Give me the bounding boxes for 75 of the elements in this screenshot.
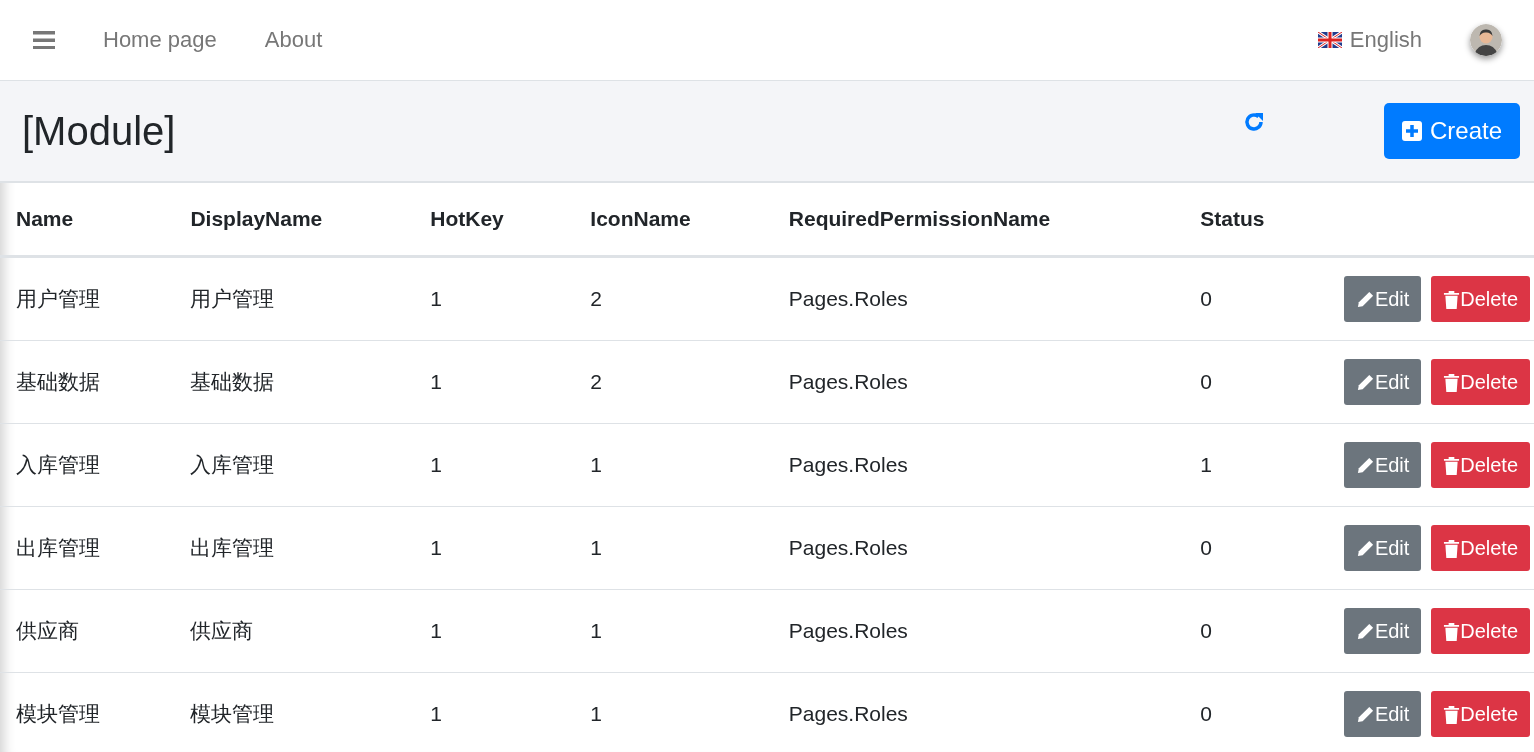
trash-icon — [1443, 455, 1461, 475]
table-cell: Pages.Roles — [772, 256, 1185, 341]
delete-button[interactable]: Delete — [1431, 359, 1530, 405]
pencil-icon — [1355, 455, 1375, 475]
table-cell: Pages.Roles — [772, 589, 1185, 673]
menu-icon[interactable] — [33, 31, 55, 49]
table-cell: 入库管理 — [174, 423, 415, 507]
table-cell: 1 — [574, 589, 773, 673]
table-cell: 基础数据 — [174, 340, 415, 424]
pencil-icon — [1355, 289, 1375, 309]
trash-icon — [1443, 372, 1461, 392]
create-button[interactable]: Create — [1383, 103, 1520, 159]
column-header: DisplayName — [174, 183, 415, 257]
table-cell: Pages.Roles — [772, 672, 1185, 752]
nav-link[interactable]: About — [264, 27, 323, 53]
table-cell: 供应商 — [174, 589, 415, 673]
pencil-icon — [1355, 621, 1375, 641]
column-header: IconName — [574, 183, 773, 257]
pencil-icon — [1355, 704, 1375, 724]
nav-link[interactable]: Home page — [103, 27, 217, 53]
edit-button[interactable]: Edit — [1343, 276, 1422, 322]
table-cell: 出库管理 — [174, 506, 415, 590]
trash-icon — [1443, 289, 1461, 309]
edit-button[interactable]: Edit — [1343, 359, 1422, 405]
pencil-icon — [1355, 538, 1375, 558]
trash-icon — [1443, 538, 1461, 558]
column-header: Status — [1184, 183, 1328, 257]
delete-button[interactable]: Delete — [1431, 525, 1530, 571]
table-cell: Pages.Roles — [772, 506, 1185, 590]
table-cell: 出库管理 — [0, 506, 175, 590]
table-cell: 1 — [574, 672, 773, 752]
table-cell: 模块管理 — [174, 672, 415, 752]
table-cell: 1 — [414, 256, 575, 341]
table-cell: 0 — [1184, 340, 1328, 424]
table-cell: 1 — [574, 506, 773, 590]
column-header: HotKey — [414, 183, 575, 257]
table-cell: 2 — [574, 256, 773, 341]
table-cell: Pages.Roles — [772, 340, 1185, 424]
table-cell: 模块管理 — [0, 672, 175, 752]
table-cell: 1 — [414, 423, 575, 507]
column-header: Name — [0, 183, 175, 257]
delete-button[interactable]: Delete — [1431, 276, 1530, 322]
delete-button[interactable]: Delete — [1431, 442, 1530, 488]
table-cell: 用户管理 — [174, 256, 415, 341]
table-cell: 基础数据 — [0, 340, 175, 424]
table-cell: 1 — [1184, 423, 1328, 507]
page-title: [Module] — [22, 108, 176, 154]
table-cell: 1 — [414, 340, 575, 424]
table-cell: 1 — [414, 672, 575, 752]
language-link[interactable]: English — [1349, 27, 1422, 53]
pencil-icon — [1355, 372, 1375, 392]
table-cell: 1 — [574, 423, 773, 507]
edit-button[interactable]: Edit — [1343, 608, 1422, 654]
trash-icon — [1443, 704, 1461, 724]
table-cell: 0 — [1184, 506, 1328, 590]
edit-button[interactable]: Edit — [1343, 525, 1422, 571]
table-cell: 1 — [414, 506, 575, 590]
edit-button[interactable]: Edit — [1343, 442, 1422, 488]
edit-button[interactable]: Edit — [1343, 691, 1422, 737]
delete-button[interactable]: Delete — [1431, 691, 1530, 737]
flag-icon — [1317, 32, 1342, 48]
plus-square-icon — [1401, 121, 1422, 141]
table-cell: 2 — [574, 340, 773, 424]
table-cell: 0 — [1184, 672, 1328, 752]
table-cell: Pages.Roles — [772, 423, 1185, 507]
table-cell: 1 — [414, 589, 575, 673]
table-cell: 入库管理 — [0, 423, 175, 507]
table-cell: 0 — [1184, 589, 1328, 673]
table-cell: 供应商 — [0, 589, 175, 673]
table-cell: 0 — [1184, 256, 1328, 341]
delete-button[interactable]: Delete — [1431, 608, 1530, 654]
trash-icon — [1443, 621, 1461, 641]
column-header: RequiredPermissionName — [772, 183, 1185, 257]
avatar-icon[interactable] — [1470, 24, 1502, 56]
table-cell: 用户管理 — [0, 256, 175, 341]
